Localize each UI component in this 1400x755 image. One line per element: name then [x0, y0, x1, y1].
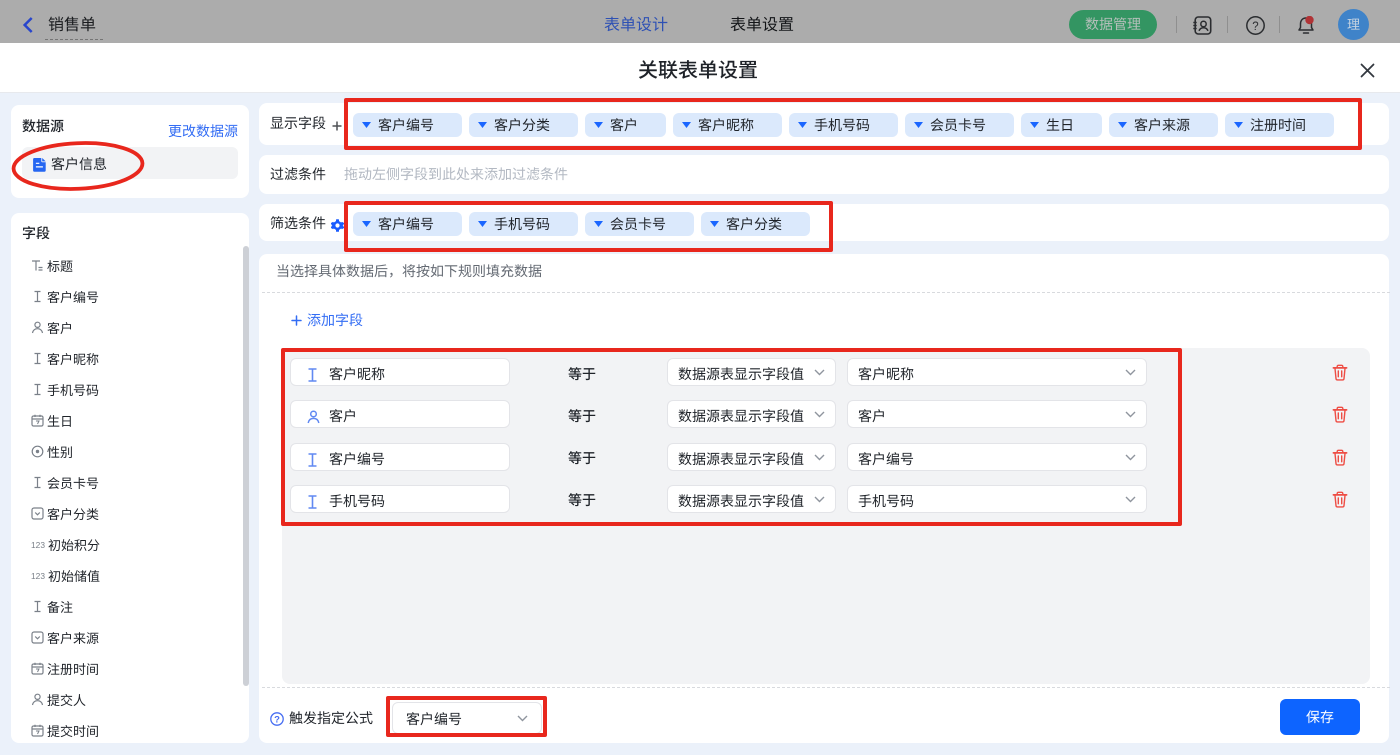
svg-text:?: ?	[1252, 21, 1258, 33]
svg-text:123: 123	[31, 571, 45, 581]
svg-text:?: ?	[274, 714, 280, 725]
svg-text:123: 123	[31, 540, 45, 550]
